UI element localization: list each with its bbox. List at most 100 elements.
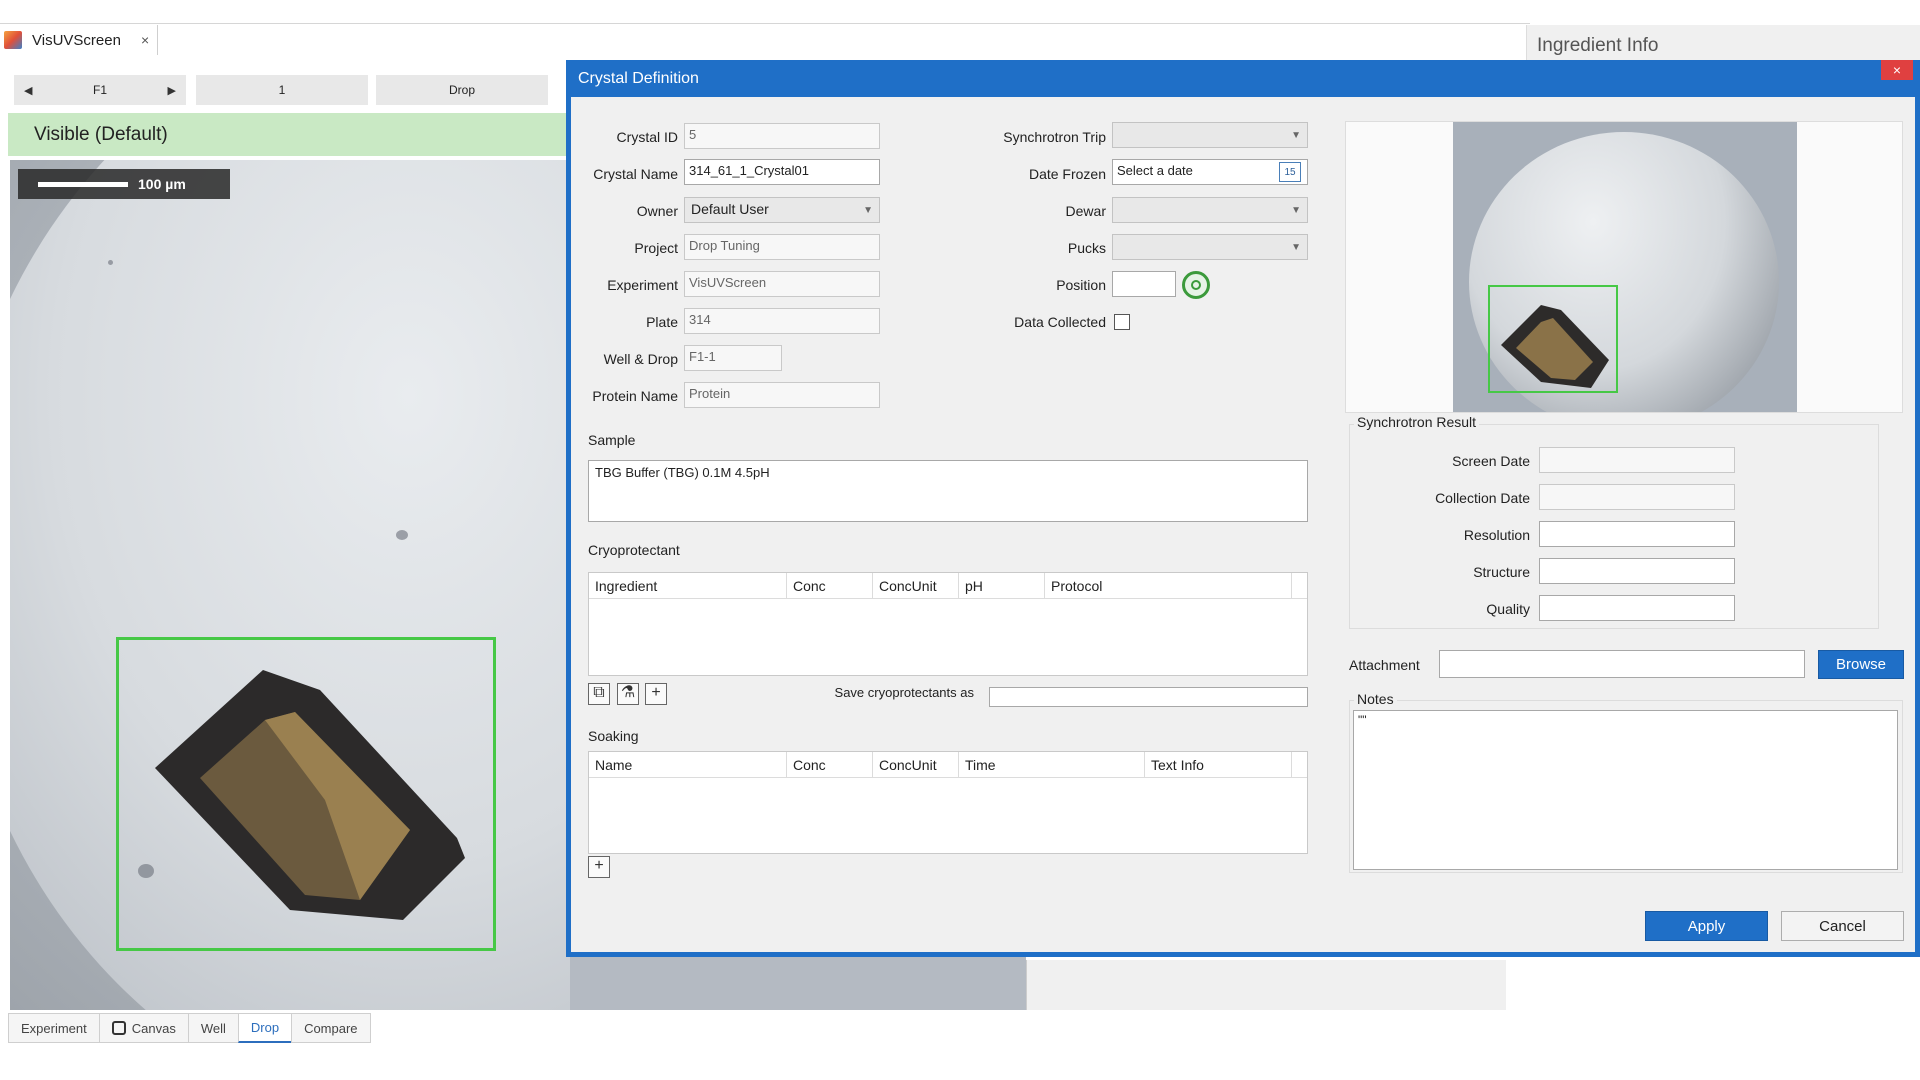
- crystal-selection-box[interactable]: [116, 637, 496, 951]
- attachment-input[interactable]: [1439, 650, 1805, 678]
- notes-title: Notes: [1354, 691, 1397, 707]
- owner-value: Default User: [691, 201, 769, 217]
- column-header-name[interactable]: Name: [589, 752, 787, 777]
- sample-title: Sample: [588, 432, 636, 448]
- column-header-ph[interactable]: pH: [959, 573, 1045, 598]
- well-drop-label: Well & Drop: [603, 351, 678, 367]
- drop-selector[interactable]: Drop: [376, 75, 548, 105]
- calendar-icon[interactable]: 15: [1279, 162, 1301, 182]
- quality-label: Quality: [1486, 601, 1530, 617]
- pucks-select[interactable]: ▼: [1112, 234, 1308, 260]
- top-divider: [0, 23, 1530, 24]
- add-icon[interactable]: +: [588, 856, 610, 878]
- date-frozen-label: Date Frozen: [1028, 166, 1106, 182]
- experiment-label: Experiment: [607, 277, 678, 293]
- scale-bar-line: [38, 181, 128, 187]
- owner-label: Owner: [636, 203, 678, 219]
- next-arrow-icon[interactable]: ▶: [168, 84, 176, 97]
- tab-experiment[interactable]: Experiment: [8, 1013, 99, 1043]
- tab-well[interactable]: Well: [187, 1013, 238, 1043]
- cryoprotectant-title: Cryoprotectant: [588, 542, 680, 558]
- column-header-concunit[interactable]: ConcUnit: [873, 573, 959, 598]
- soaking-header-row: Name Conc ConcUnit Time Text Info: [589, 752, 1307, 778]
- plate-label: Plate: [646, 314, 678, 330]
- position-input[interactable]: [1112, 271, 1176, 297]
- project-field: Drop Tuning: [684, 234, 880, 260]
- well-navigator[interactable]: ◀ F1 ▶: [14, 75, 186, 105]
- save-cryoprotectants-input[interactable]: [989, 687, 1308, 707]
- protein-name-field: Protein: [684, 382, 880, 408]
- structure-input[interactable]: [1539, 558, 1735, 584]
- drop-label: Drop: [448, 83, 475, 97]
- screen-date-field: [1539, 447, 1735, 473]
- owner-select[interactable]: Default User ▼: [684, 197, 880, 223]
- column-header-time[interactable]: Time: [959, 752, 1145, 777]
- dialog-titlebar[interactable]: Crystal Definition ×: [566, 60, 1920, 97]
- document-tab[interactable]: VisUVScreen ×: [0, 25, 159, 55]
- close-icon[interactable]: ×: [141, 32, 149, 48]
- preview-selection-box: [1488, 285, 1618, 393]
- dewar-label: Dewar: [1065, 203, 1106, 219]
- copy-icon[interactable]: ⧉: [588, 683, 610, 705]
- chevron-down-icon: ▼: [1291, 130, 1301, 141]
- prev-arrow-icon[interactable]: ◀: [24, 84, 32, 97]
- protein-name-label: Protein Name: [592, 388, 678, 404]
- soaking-title: Soaking: [588, 728, 639, 744]
- resolution-label: Resolution: [1463, 527, 1530, 543]
- collection-date-label: Collection Date: [1435, 490, 1530, 506]
- chevron-down-icon: ▼: [863, 205, 873, 216]
- crystal-name-input[interactable]: 314_61_1_Crystal01: [684, 159, 880, 185]
- view-tabs: Experiment Canvas Well Drop Compare: [8, 1013, 371, 1043]
- chevron-down-icon: ▼: [1291, 242, 1301, 253]
- column-header-text-info[interactable]: Text Info: [1145, 752, 1292, 777]
- resolution-input[interactable]: [1539, 521, 1735, 547]
- app-logo-icon: [4, 31, 22, 49]
- tab-label: Well: [200, 1020, 226, 1036]
- sample-textbox[interactable]: TBG Buffer (TBG) 0.1M 4.5pH: [588, 460, 1308, 522]
- tab-compare[interactable]: Compare: [291, 1013, 371, 1043]
- position-label: Position: [1056, 277, 1106, 293]
- puck-position-icon[interactable]: [1182, 271, 1210, 299]
- crystal-id-label: Crystal ID: [616, 129, 678, 145]
- project-label: Project: [634, 240, 678, 256]
- column-header-conc[interactable]: Conc: [787, 573, 873, 598]
- cryoprotectant-header-row: Ingredient Conc ConcUnit pH Protocol: [589, 573, 1307, 599]
- column-header-protocol[interactable]: Protocol: [1045, 573, 1292, 598]
- speck: [108, 260, 113, 265]
- ingredient-info-pane: Ingredient Info: [1526, 25, 1920, 65]
- data-collected-checkbox[interactable]: [1114, 314, 1130, 330]
- cancel-button[interactable]: Cancel: [1781, 911, 1904, 941]
- tab-label: Compare: [304, 1020, 358, 1036]
- plate-field: 314: [684, 308, 880, 334]
- dialog-title: Crystal Definition: [578, 69, 699, 87]
- flask-icon[interactable]: ⚗: [617, 683, 639, 705]
- column-header-concunit[interactable]: ConcUnit: [873, 752, 959, 777]
- structure-label: Structure: [1473, 564, 1530, 580]
- document-tab-title: VisUVScreen: [32, 31, 121, 49]
- drop-index-selector[interactable]: 1: [196, 75, 368, 105]
- lock-icon: [111, 1021, 126, 1035]
- tab-drop[interactable]: Drop: [237, 1013, 292, 1043]
- column-header-ingredient[interactable]: Ingredient: [589, 573, 787, 598]
- well-label: F1: [92, 83, 107, 97]
- quality-input[interactable]: [1539, 595, 1735, 621]
- cryoprotectant-table[interactable]: Ingredient Conc ConcUnit pH Protocol: [588, 572, 1308, 676]
- dewar-select[interactable]: ▼: [1112, 197, 1308, 223]
- tab-canvas[interactable]: Canvas: [98, 1013, 188, 1043]
- column-header-conc[interactable]: Conc: [787, 752, 873, 777]
- browse-button[interactable]: Browse: [1818, 650, 1904, 679]
- tab-label: Drop: [250, 1020, 280, 1035]
- imaging-mode-header: Visible (Default): [8, 113, 568, 156]
- soaking-table[interactable]: Name Conc ConcUnit Time Text Info: [588, 751, 1308, 854]
- tab-label: Experiment: [21, 1020, 87, 1036]
- synchrotron-result-title: Synchrotron Result: [1354, 414, 1480, 430]
- add-icon[interactable]: +: [645, 683, 667, 705]
- apply-button[interactable]: Apply: [1645, 911, 1768, 941]
- well-drop-field: F1-1: [684, 345, 782, 371]
- notes-textarea[interactable]: "": [1353, 710, 1898, 870]
- synchrotron-trip-select[interactable]: ▼: [1112, 122, 1308, 148]
- screen-date-label: Screen Date: [1452, 453, 1530, 469]
- pucks-label: Pucks: [1067, 240, 1106, 256]
- dialog-close-button[interactable]: ×: [1881, 60, 1913, 80]
- synchrotron-trip-label: Synchrotron Trip: [1003, 129, 1106, 145]
